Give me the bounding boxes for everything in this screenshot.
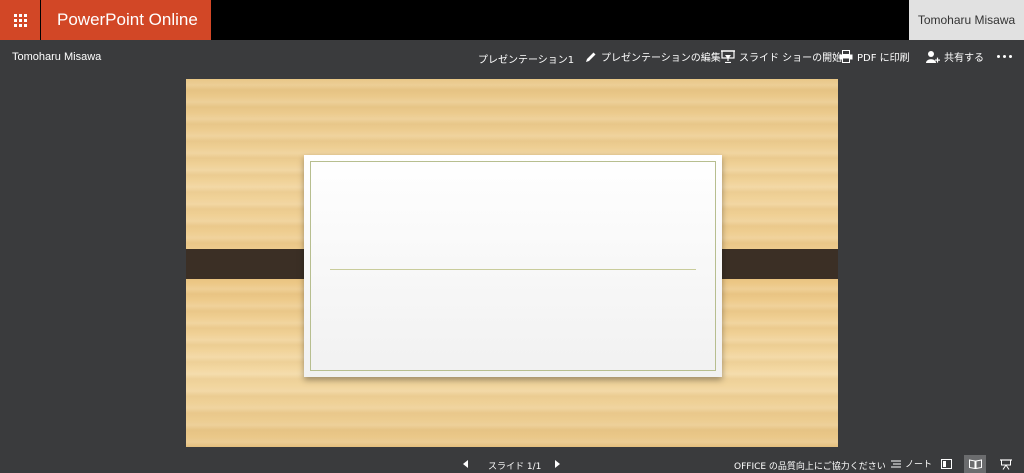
print-pdf-label: PDF に印刷 — [857, 53, 910, 64]
edit-presentation-button[interactable]: プレゼンテーションの編集 — [585, 49, 731, 64]
normal-view-button[interactable] — [935, 455, 957, 473]
projector-icon — [721, 50, 735, 63]
feedback-link[interactable]: OFFICE の品質向上にご協力ください — [734, 459, 886, 472]
share-label: 共有する — [944, 53, 984, 64]
slide-strap-right — [705, 249, 838, 279]
add-person-icon — [926, 50, 940, 63]
reading-view-icon — [968, 459, 982, 469]
printer-icon — [839, 50, 853, 63]
print-pdf-button[interactable]: PDF に印刷 — [839, 49, 910, 64]
notes-button[interactable]: ノート — [891, 457, 932, 470]
edit-presentation-label: プレゼンテーションの編集 — [601, 53, 721, 64]
waffle-icon — [13, 13, 27, 27]
command-bar: Tomoharu Misawa プレゼンテーション1 プレゼンテーションの編集 … — [0, 40, 1024, 76]
next-slide-icon[interactable] — [555, 460, 560, 468]
previous-slide-icon[interactable] — [463, 460, 468, 468]
card-divider — [330, 269, 696, 270]
share-button[interactable]: 共有する — [926, 49, 984, 64]
app-name[interactable]: PowerPoint Online — [41, 0, 211, 40]
slide-title-card — [304, 155, 722, 377]
notes-icon — [891, 460, 901, 467]
more-icon — [997, 55, 1000, 58]
slide-strap-left — [186, 249, 319, 279]
start-slideshow-label: スライド ショーの開始 — [739, 53, 843, 64]
card-frame — [310, 161, 716, 371]
slideshow-view-button[interactable] — [995, 455, 1017, 473]
pencil-icon — [586, 52, 596, 62]
more-options-button[interactable] — [997, 55, 1012, 58]
app-launcher-button[interactable] — [0, 0, 40, 40]
slide-counter: スライド 1/1 — [488, 462, 542, 472]
user-account-button[interactable]: Tomoharu Misawa — [909, 0, 1024, 40]
slide-canvas[interactable] — [186, 79, 838, 447]
normal-view-icon — [940, 459, 952, 469]
start-slideshow-button[interactable]: スライド ショーの開始 — [721, 49, 842, 64]
reading-view-button[interactable] — [964, 455, 986, 473]
document-title[interactable]: プレゼンテーション1 — [478, 51, 574, 66]
slideshow-view-icon — [1000, 458, 1012, 470]
status-bar: スライド 1/1 OFFICE の品質向上にご協力ください ノート — [0, 455, 1024, 473]
suite-bar: PowerPoint Online Tomoharu Misawa — [0, 0, 1024, 40]
author-name: Tomoharu Misawa — [12, 51, 102, 63]
notes-label: ノート — [905, 460, 933, 470]
